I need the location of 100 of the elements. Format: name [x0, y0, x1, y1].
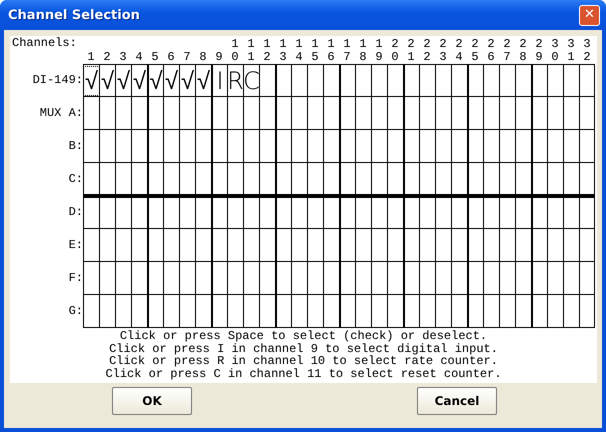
channel-cell[interactable]	[531, 97, 547, 130]
channel-cell[interactable]	[243, 295, 259, 328]
channel-cell[interactable]	[403, 64, 419, 97]
channel-cell[interactable]	[211, 295, 227, 328]
channel-cell[interactable]	[531, 262, 547, 295]
channel-cell[interactable]	[307, 229, 323, 262]
channel-cell[interactable]	[115, 97, 131, 130]
channel-cell[interactable]	[243, 97, 259, 130]
channel-cell[interactable]	[579, 97, 595, 130]
channel-cell[interactable]	[211, 262, 227, 295]
channel-cell[interactable]	[403, 295, 419, 328]
channel-cell[interactable]	[403, 196, 419, 229]
channel-cell[interactable]	[579, 130, 595, 163]
channel-cell[interactable]	[579, 229, 595, 262]
channel-cell[interactable]	[291, 295, 307, 328]
channel-cell[interactable]	[451, 262, 467, 295]
channel-cell[interactable]	[227, 229, 243, 262]
channel-cell[interactable]	[323, 229, 339, 262]
channel-cell[interactable]	[435, 295, 451, 328]
channel-cell[interactable]	[371, 196, 387, 229]
channel-cell[interactable]	[339, 295, 355, 328]
channel-cell[interactable]	[451, 295, 467, 328]
channel-cell[interactable]	[515, 163, 531, 196]
channel-cell[interactable]	[499, 64, 515, 97]
channel-cell[interactable]	[275, 262, 291, 295]
channel-cell[interactable]	[499, 130, 515, 163]
channel-cell[interactable]	[179, 196, 195, 229]
channel-cell[interactable]	[531, 196, 547, 229]
channel-cell[interactable]	[115, 163, 131, 196]
channel-cell[interactable]	[291, 196, 307, 229]
channel-cell[interactable]	[419, 229, 435, 262]
channel-cell[interactable]	[499, 97, 515, 130]
channel-cell[interactable]	[147, 196, 163, 229]
channel-cell[interactable]	[163, 130, 179, 163]
channel-cell[interactable]	[467, 163, 483, 196]
channel-cell[interactable]	[323, 295, 339, 328]
channel-cell[interactable]	[483, 295, 499, 328]
channel-cell[interactable]	[387, 196, 403, 229]
channel-cell[interactable]	[83, 196, 99, 229]
channel-cell[interactable]	[211, 97, 227, 130]
channel-cell[interactable]	[339, 97, 355, 130]
channel-cell[interactable]	[275, 64, 291, 97]
channel-cell[interactable]	[83, 97, 99, 130]
channel-cell[interactable]	[227, 262, 243, 295]
channel-cell[interactable]	[483, 262, 499, 295]
channel-cell[interactable]	[115, 130, 131, 163]
channel-cell[interactable]	[339, 130, 355, 163]
channel-cell[interactable]	[419, 262, 435, 295]
channel-cell[interactable]	[435, 229, 451, 262]
channel-cell[interactable]	[467, 262, 483, 295]
channel-cell[interactable]	[275, 295, 291, 328]
channel-cell[interactable]	[307, 295, 323, 328]
channel-cell[interactable]	[339, 64, 355, 97]
channel-cell[interactable]	[467, 97, 483, 130]
channel-cell[interactable]	[307, 130, 323, 163]
channel-cell[interactable]	[115, 229, 131, 262]
channel-cell[interactable]	[195, 229, 211, 262]
channel-cell[interactable]	[419, 130, 435, 163]
channel-cell[interactable]	[243, 262, 259, 295]
channel-cell[interactable]	[371, 97, 387, 130]
channel-cell[interactable]	[339, 196, 355, 229]
channel-cell[interactable]	[387, 229, 403, 262]
channel-cell[interactable]	[515, 97, 531, 130]
channel-cell[interactable]	[83, 229, 99, 262]
channel-cell[interactable]	[147, 163, 163, 196]
channel-cell[interactable]	[355, 97, 371, 130]
channel-cell[interactable]	[83, 262, 99, 295]
channel-cell[interactable]	[547, 196, 563, 229]
channel-cell[interactable]	[195, 130, 211, 163]
channel-cell[interactable]	[547, 130, 563, 163]
channel-cell[interactable]	[467, 229, 483, 262]
channel-cell[interactable]	[99, 229, 115, 262]
channel-cell[interactable]	[435, 97, 451, 130]
channel-cell[interactable]	[387, 163, 403, 196]
channel-cell[interactable]	[323, 163, 339, 196]
channel-cell[interactable]	[563, 196, 579, 229]
channel-cell[interactable]	[515, 229, 531, 262]
channel-cell[interactable]	[403, 97, 419, 130]
channel-cell[interactable]	[179, 97, 195, 130]
channel-cell[interactable]	[435, 64, 451, 97]
channel-cell[interactable]	[323, 262, 339, 295]
channel-cell[interactable]	[307, 97, 323, 130]
channel-cell[interactable]	[403, 163, 419, 196]
channel-cell[interactable]	[227, 163, 243, 196]
channel-cell[interactable]	[483, 229, 499, 262]
channel-cell[interactable]	[403, 229, 419, 262]
channel-cell[interactable]	[403, 130, 419, 163]
channel-cell[interactable]	[435, 130, 451, 163]
channel-cell[interactable]	[291, 97, 307, 130]
channel-cell[interactable]	[451, 64, 467, 97]
channel-cell[interactable]	[579, 163, 595, 196]
channel-cell[interactable]	[531, 64, 547, 97]
channel-cell[interactable]	[99, 262, 115, 295]
channel-cell[interactable]	[419, 163, 435, 196]
channel-cell[interactable]	[419, 64, 435, 97]
channel-cell[interactable]	[531, 295, 547, 328]
channel-cell[interactable]	[179, 130, 195, 163]
channel-cell[interactable]	[563, 229, 579, 262]
channel-cell[interactable]	[115, 196, 131, 229]
channel-cell[interactable]	[307, 196, 323, 229]
